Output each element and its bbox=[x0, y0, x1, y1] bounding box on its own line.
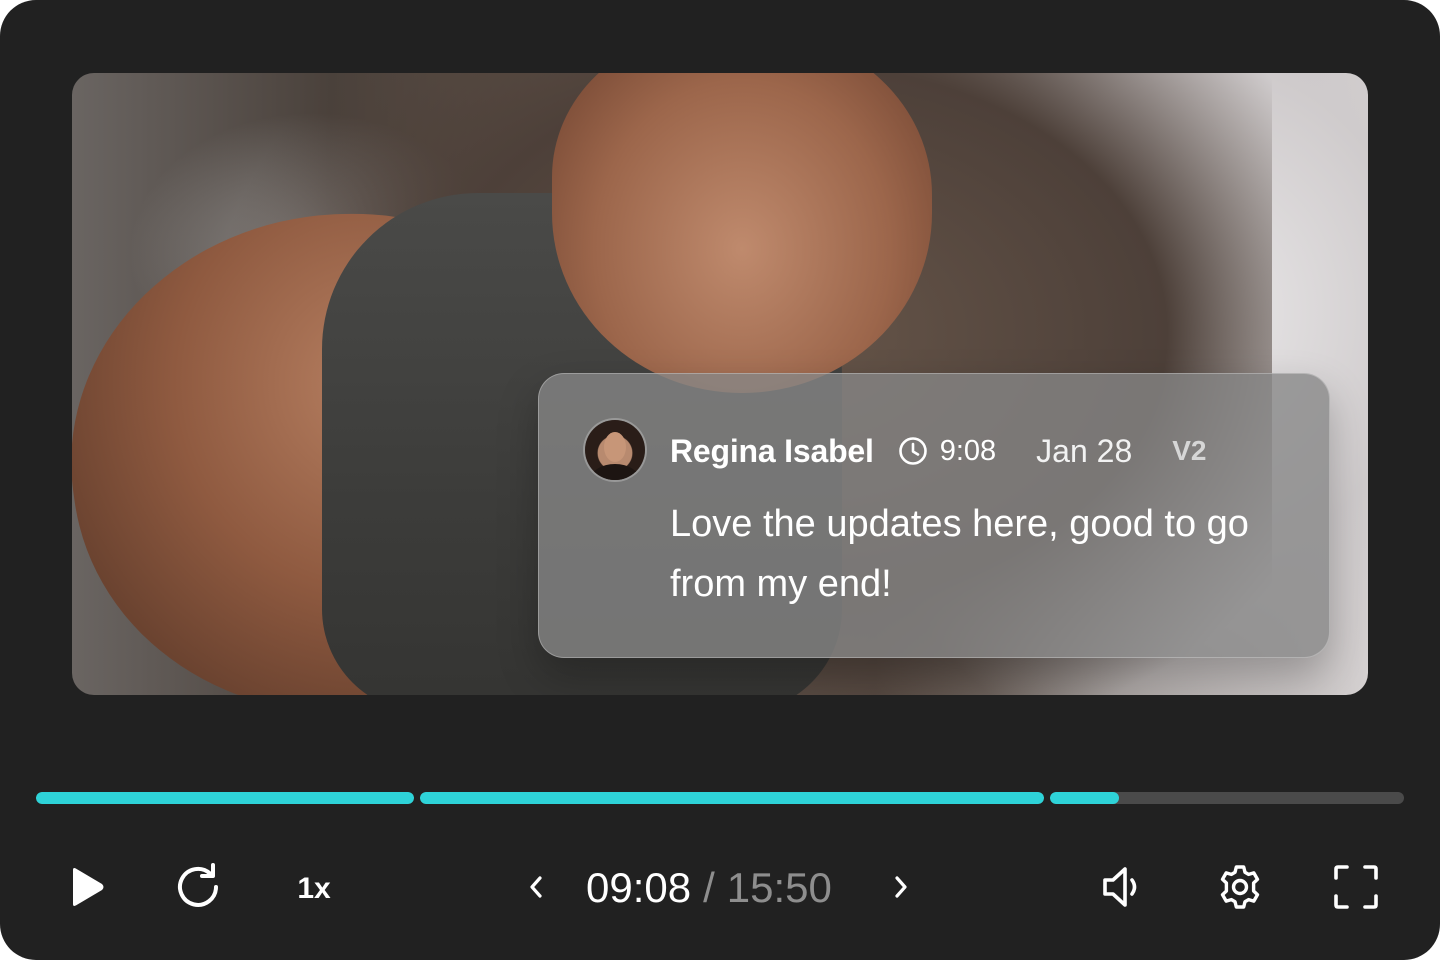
comment-timestamp[interactable]: 9:08 bbox=[940, 435, 996, 468]
progress-fill bbox=[36, 792, 414, 804]
avatar bbox=[585, 420, 645, 480]
fullscreen-button[interactable] bbox=[1328, 862, 1384, 916]
comment-header: Regina Isabel 9:08 Jan 28 V2 bbox=[670, 428, 1206, 474]
volume-icon bbox=[1098, 862, 1146, 917]
version-badge: V2 bbox=[1172, 435, 1207, 466]
fullscreen-icon bbox=[1331, 862, 1381, 917]
comment-author: Regina Isabel bbox=[670, 432, 874, 469]
video-player: Regina Isabel 9:08 Jan 28 V2 Love the up… bbox=[0, 0, 1440, 960]
play-icon bbox=[65, 865, 105, 914]
gear-icon bbox=[1214, 861, 1266, 918]
progress-fill bbox=[420, 792, 1044, 804]
control-bar: 1x 09:08 / 15:50 bbox=[0, 850, 1440, 930]
time-display: 09:08 / 15:50 bbox=[586, 863, 832, 913]
progress-segment[interactable] bbox=[36, 792, 414, 804]
replay-button[interactable] bbox=[170, 862, 228, 916]
progress-segment[interactable] bbox=[420, 792, 1044, 804]
chevron-left-icon bbox=[527, 874, 545, 905]
comment-card[interactable]: Regina Isabel 9:08 Jan 28 V2 Love the up… bbox=[538, 373, 1330, 658]
next-comment-button[interactable] bbox=[885, 870, 917, 908]
comment-date: Jan 28 bbox=[1036, 432, 1133, 469]
settings-button[interactable] bbox=[1212, 862, 1268, 916]
comment-text: Love the updates here, good to go from m… bbox=[670, 503, 1249, 605]
progress-segment[interactable] bbox=[1050, 792, 1404, 804]
video-frame[interactable]: Regina Isabel 9:08 Jan 28 V2 Love the up… bbox=[72, 73, 1368, 695]
volume-button[interactable] bbox=[1096, 862, 1148, 916]
play-button[interactable] bbox=[60, 864, 110, 914]
current-time: 09:08 bbox=[586, 864, 692, 911]
playback-speed-button[interactable]: 1x bbox=[288, 868, 340, 910]
progress-fill bbox=[1050, 792, 1120, 804]
time-separator: / bbox=[703, 864, 715, 911]
progress-bar[interactable] bbox=[36, 792, 1404, 804]
clock-icon bbox=[898, 436, 928, 466]
previous-comment-button[interactable] bbox=[520, 870, 552, 908]
replay-icon bbox=[172, 860, 226, 919]
chevron-right-icon bbox=[892, 874, 910, 905]
duration: 15:50 bbox=[726, 864, 832, 911]
